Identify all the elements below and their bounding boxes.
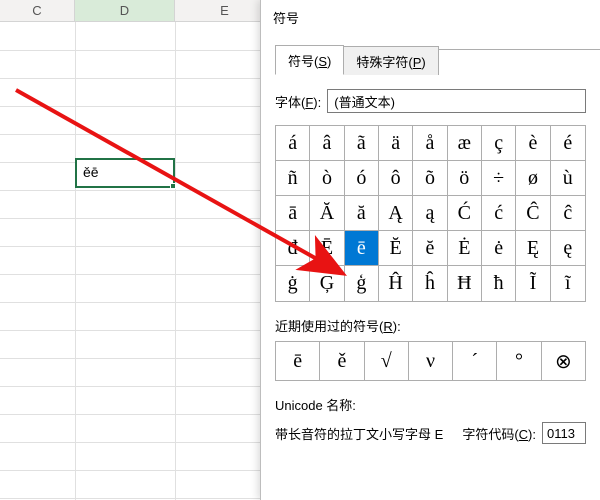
- col-header-d[interactable]: D: [75, 0, 175, 22]
- symbol-cell[interactable]: ē: [345, 231, 379, 266]
- symbol-cell[interactable]: æ: [448, 126, 482, 161]
- symbol-cell[interactable]: Ģ: [310, 266, 344, 301]
- symbol-cell[interactable]: Ĥ: [379, 266, 413, 301]
- symbol-cell[interactable]: Ē: [310, 231, 344, 266]
- symbol-cell[interactable]: Ć: [448, 196, 482, 231]
- font-select[interactable]: (普通文本): [327, 89, 586, 113]
- symbol-cell[interactable]: đ: [276, 231, 310, 266]
- symbol-cell[interactable]: ĥ: [413, 266, 447, 301]
- symbol-cell[interactable]: ĩ: [551, 266, 585, 301]
- fill-handle[interactable]: [170, 183, 176, 189]
- symbol-cell[interactable]: ö: [448, 161, 482, 196]
- symbol-cell[interactable]: ę: [551, 231, 585, 266]
- cell-value: ěē: [83, 164, 99, 180]
- symbol-cell[interactable]: Ă: [310, 196, 344, 231]
- recent-symbol[interactable]: ⊗: [542, 342, 585, 380]
- dialog-title: 符号: [261, 0, 600, 35]
- symbol-cell[interactable]: ø: [516, 161, 550, 196]
- symbol-cell[interactable]: ġ: [276, 266, 310, 301]
- symbol-cell[interactable]: å: [413, 126, 447, 161]
- symbol-cell[interactable]: ã: [345, 126, 379, 161]
- symbol-cell[interactable]: ñ: [276, 161, 310, 196]
- tab-symbols[interactable]: 符号(S): [275, 45, 344, 75]
- symbol-cell[interactable]: ÷: [482, 161, 516, 196]
- unicode-name: 带长音符的拉丁文小写字母 E: [275, 424, 443, 443]
- symbol-cell[interactable]: ç: [482, 126, 516, 161]
- recent-symbols: ēě√ν´°⊗: [275, 341, 586, 381]
- symbol-cell[interactable]: ė: [482, 231, 516, 266]
- symbol-cell[interactable]: ħ: [482, 266, 516, 301]
- symbol-cell[interactable]: é: [551, 126, 585, 161]
- symbol-cell[interactable]: è: [516, 126, 550, 161]
- symbol-cell[interactable]: ù: [551, 161, 585, 196]
- symbol-cell[interactable]: Ĉ: [516, 196, 550, 231]
- symbol-grid: áâãäåæçèé ñòóôõö÷øù āĂăĄąĆćĈĉ đĒēĔĕĖėĘę ġĢģĤ…: [275, 125, 586, 302]
- unicode-name-label: Unicode 名称:: [275, 395, 586, 414]
- symbol-dialog: 符号 符号(S) 特殊字符(P) 字体(F): (普通文本) áâãäåæçèé…: [260, 0, 600, 500]
- symbol-cell[interactable]: ć: [482, 196, 516, 231]
- recent-symbol[interactable]: ´: [453, 342, 497, 380]
- symbol-cell[interactable]: Ĕ: [379, 231, 413, 266]
- symbol-cell[interactable]: â: [310, 126, 344, 161]
- symbol-cell[interactable]: á: [276, 126, 310, 161]
- char-code-input[interactable]: [542, 422, 586, 444]
- char-code-label: 字符代码(C):: [462, 424, 536, 443]
- font-label: 字体(F):: [275, 92, 321, 111]
- symbol-cell[interactable]: ô: [379, 161, 413, 196]
- symbol-cell[interactable]: ą: [413, 196, 447, 231]
- symbol-cell[interactable]: ó: [345, 161, 379, 196]
- symbol-cell[interactable]: ò: [310, 161, 344, 196]
- recent-symbol[interactable]: ν: [409, 342, 453, 380]
- symbol-cell[interactable]: ģ: [345, 266, 379, 301]
- recent-label: 近期使用过的符号(R):: [275, 316, 586, 335]
- recent-symbol[interactable]: ě: [320, 342, 364, 380]
- symbol-cell[interactable]: õ: [413, 161, 447, 196]
- symbol-cell[interactable]: ă: [345, 196, 379, 231]
- recent-symbol[interactable]: ē: [276, 342, 320, 380]
- tab-special[interactable]: 特殊字符(P): [343, 46, 438, 75]
- symbol-cell[interactable]: ā: [276, 196, 310, 231]
- symbol-cell[interactable]: Ę: [516, 231, 550, 266]
- symbol-cell[interactable]: ĕ: [413, 231, 447, 266]
- tabs: 符号(S) 特殊字符(P): [261, 35, 600, 75]
- recent-symbol[interactable]: √: [365, 342, 409, 380]
- symbol-cell[interactable]: Ė: [448, 231, 482, 266]
- symbol-cell[interactable]: Ħ: [448, 266, 482, 301]
- col-header-c[interactable]: C: [0, 0, 75, 22]
- symbol-cell[interactable]: ä: [379, 126, 413, 161]
- symbol-cell[interactable]: ĉ: [551, 196, 585, 231]
- symbol-cell[interactable]: Ĩ: [516, 266, 550, 301]
- selected-cell[interactable]: ěē: [75, 158, 175, 188]
- symbol-cell[interactable]: Ą: [379, 196, 413, 231]
- recent-symbol[interactable]: °: [497, 342, 541, 380]
